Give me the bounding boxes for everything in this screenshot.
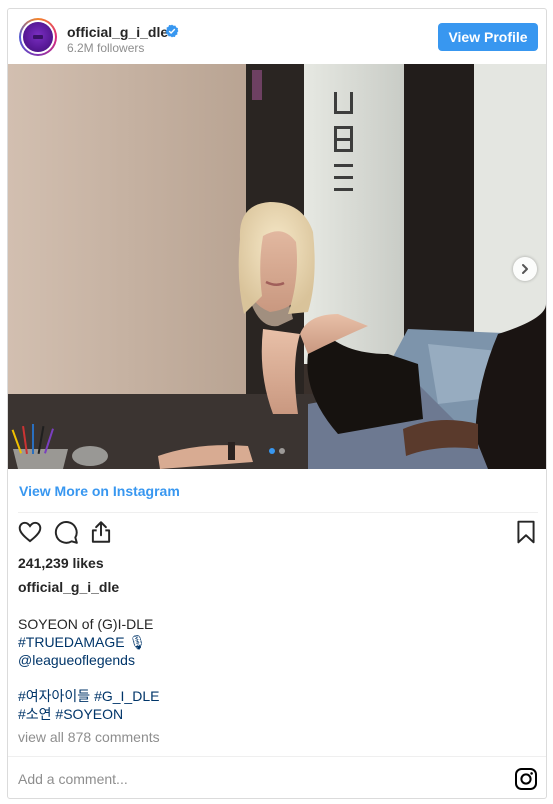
photo-image <box>8 64 546 469</box>
mention-link[interactable]: @leagueoflegends <box>18 651 159 669</box>
divider <box>18 512 538 513</box>
avatar[interactable] <box>19 18 57 56</box>
divider <box>8 756 546 757</box>
add-comment-input[interactable]: Add a comment... <box>18 771 128 787</box>
post-header: official_g_i_dle 6.2M followers View Pro… <box>8 9 546 64</box>
hashtag-link[interactable]: #소연 #SOYEON <box>18 705 159 723</box>
bookmark-icon[interactable] <box>513 519 539 545</box>
verified-badge-icon <box>165 24 179 38</box>
hashtag-link[interactable]: #여자아이들 #G_I_DLE <box>18 687 159 705</box>
instagram-logo-icon[interactable] <box>514 767 538 791</box>
view-more-link[interactable]: View More on Instagram <box>19 483 180 499</box>
view-comments-link[interactable]: view all 878 comments <box>18 729 160 745</box>
chevron-right-icon <box>522 264 528 274</box>
carousel-indicator <box>269 448 285 454</box>
share-icon[interactable] <box>88 519 114 545</box>
like-count[interactable]: 241,239 likes <box>18 555 104 571</box>
hashtag-link[interactable]: #TRUEDAMAGE 🎙 <box>18 633 159 651</box>
instagram-embed-card: official_g_i_dle 6.2M followers View Pro… <box>7 8 547 799</box>
follower-count: 6.2M followers <box>67 41 145 55</box>
view-profile-button[interactable]: View Profile <box>438 23 538 51</box>
caption-line: SOYEON of (G)I-DLE <box>18 616 154 632</box>
carousel-dot <box>279 448 285 454</box>
carousel-next-button[interactable] <box>513 257 537 281</box>
caption-username[interactable]: official_g_i_dle <box>18 579 119 595</box>
username-link[interactable]: official_g_i_dle <box>67 24 168 40</box>
caption-text: SOYEON of (G)I-DLE #TRUEDAMAGE 🎙 @league… <box>18 615 159 723</box>
comment-bubble-icon[interactable] <box>53 519 79 545</box>
post-photo[interactable] <box>8 64 546 469</box>
action-bar <box>8 519 546 549</box>
heart-icon[interactable] <box>17 519 43 545</box>
carousel-dot-active <box>269 448 275 454</box>
